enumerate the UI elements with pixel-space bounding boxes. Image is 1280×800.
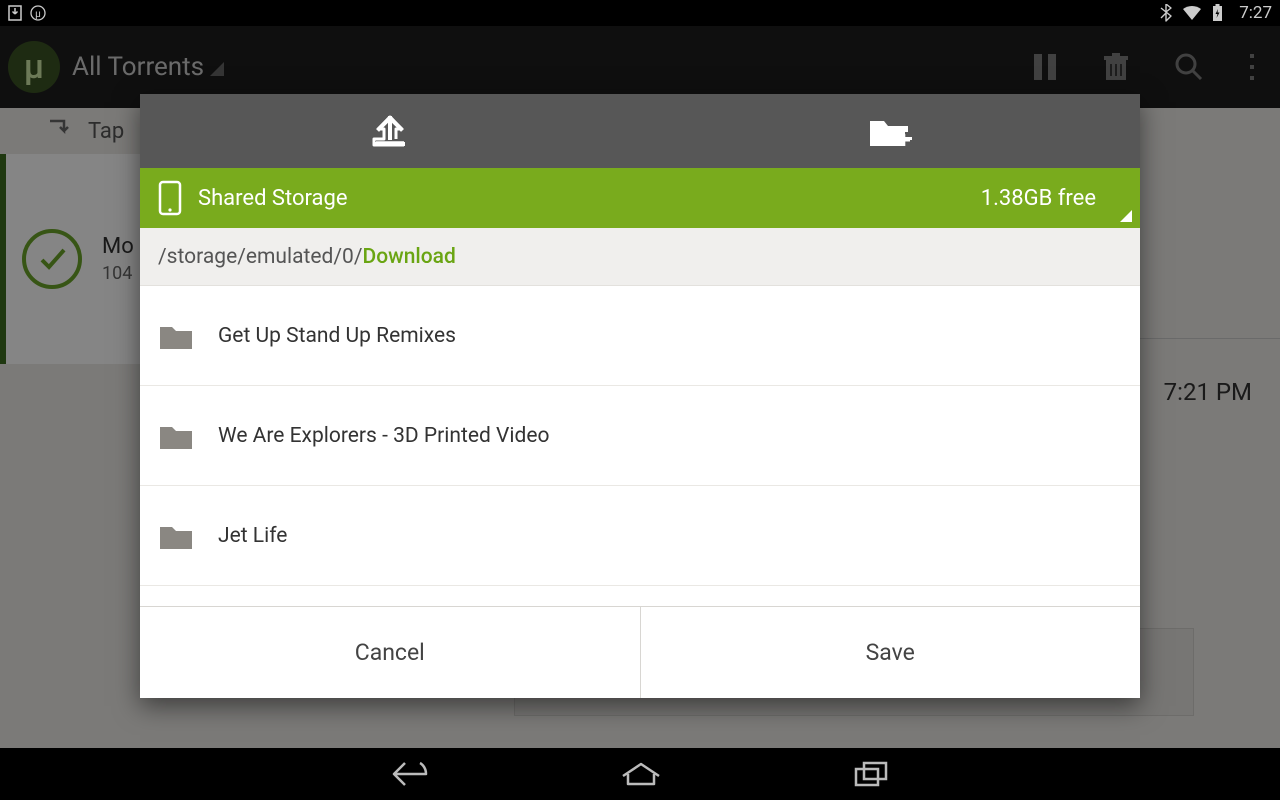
new-folder-button[interactable]: [640, 94, 1140, 168]
status-bar: µ 7:27: [0, 0, 1280, 26]
utorrent-status-icon: µ: [30, 5, 46, 21]
folder-picker-dialog: Shared Storage 1.38GB free /storage/emul…: [140, 94, 1140, 698]
free-space: 1.38GB free: [981, 186, 1096, 211]
recent-apps-button[interactable]: [853, 760, 889, 788]
path-prefix: /storage/emulated/0/: [158, 245, 363, 269]
save-button[interactable]: Save: [640, 607, 1141, 698]
folder-name: We Are Explorers - 3D Printed Video: [218, 424, 549, 448]
storage-selector[interactable]: Shared Storage 1.38GB free: [140, 168, 1140, 228]
up-directory-button[interactable]: [140, 94, 640, 168]
navigation-bar: [0, 748, 1280, 800]
storage-label: Shared Storage: [198, 186, 348, 211]
folder-list: Get Up Stand Up Remixes We Are Explorers…: [140, 286, 1140, 606]
back-button[interactable]: [391, 759, 429, 789]
svg-text:µ: µ: [35, 9, 41, 20]
dialog-toolbar: [140, 94, 1140, 168]
download-status-icon: [8, 5, 22, 21]
folder-item[interactable]: Jet Life: [140, 486, 1140, 586]
cancel-button[interactable]: Cancel: [140, 607, 640, 698]
spinner-indicator-icon: [1120, 210, 1132, 222]
folder-icon: [158, 321, 194, 351]
path-active-segment: Download: [363, 245, 456, 269]
folder-name: Jet Life: [218, 524, 287, 548]
bluetooth-icon: [1160, 4, 1172, 22]
folder-name: Get Up Stand Up Remixes: [218, 324, 456, 348]
dialog-button-bar: Cancel Save: [140, 606, 1140, 698]
home-button[interactable]: [619, 760, 663, 788]
battery-charging-icon: [1212, 4, 1223, 22]
folder-item[interactable]: We Are Explorers - 3D Printed Video: [140, 386, 1140, 486]
folder-icon: [158, 421, 194, 451]
current-path[interactable]: /storage/emulated/0/Download: [140, 228, 1140, 286]
folder-item[interactable]: Get Up Stand Up Remixes: [140, 286, 1140, 386]
device-icon: [158, 180, 182, 216]
wifi-icon: [1182, 5, 1202, 21]
status-clock: 7:27: [1239, 3, 1272, 23]
folder-icon: [158, 521, 194, 551]
